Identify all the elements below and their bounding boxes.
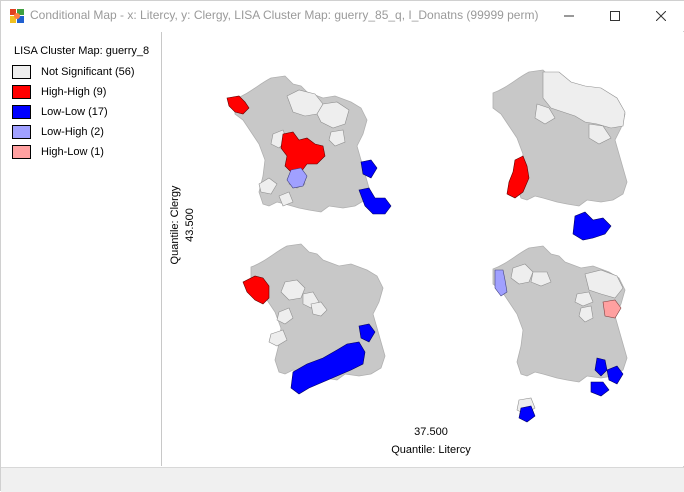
map-panel-top-left[interactable] <box>226 75 392 215</box>
map-panel-bottom-right[interactable] <box>492 245 628 423</box>
geoda-app-icon <box>10 9 24 23</box>
map-panel-top-right[interactable] <box>492 69 628 241</box>
region-low-low[interactable] <box>590 381 610 397</box>
legend-item-high-low[interactable]: High-Low (1) <box>12 144 104 160</box>
y-cut-value: 43.500 <box>183 176 197 276</box>
y-axis-label-text: Quantile: Clergy <box>169 185 181 265</box>
legend-swatch[interactable] <box>12 85 31 99</box>
legend-label: High-High (9) <box>41 86 107 98</box>
status-bar <box>1 467 684 492</box>
close-button[interactable] <box>638 1 684 31</box>
y-cut-value-text: 43.500 <box>184 208 196 242</box>
legend-panel[interactable]: LISA Cluster Map: guerry_8 Not Significa… <box>2 32 162 466</box>
title-bar[interactable]: Conditional Map - x: Litercy, y: Clergy,… <box>1 1 684 31</box>
minimize-button[interactable] <box>546 1 592 31</box>
map-canvas[interactable] <box>163 32 684 466</box>
conditional-map-window: Conditional Map - x: Litercy, y: Clergy,… <box>0 0 684 492</box>
y-axis-label: Quantile: Clergy <box>168 176 182 276</box>
x-axis-label: Quantile: Litercy <box>391 444 471 456</box>
legend-item-high-high[interactable]: High-High (9) <box>12 84 106 100</box>
x-cut-value: 37.500 <box>414 426 448 438</box>
legend-label: Low-High (2) <box>41 126 104 138</box>
maximize-icon <box>610 11 620 21</box>
legend-swatch[interactable] <box>12 105 31 119</box>
legend-item-low-low[interactable]: Low-Low (17) <box>12 104 108 120</box>
close-icon <box>656 11 666 21</box>
legend-swatch[interactable] <box>12 65 31 79</box>
legend-label: High-Low (1) <box>41 146 104 158</box>
legend-item-not-significant[interactable]: Not Significant (56) <box>12 64 135 80</box>
legend-label: Not Significant (56) <box>41 66 135 78</box>
region-low-low[interactable] <box>572 211 612 241</box>
window-title: Conditional Map - x: Litercy, y: Clergy,… <box>30 8 539 22</box>
minimize-icon <box>564 15 574 17</box>
legend-swatch[interactable] <box>12 125 31 139</box>
legend-title: LISA Cluster Map: guerry_8 <box>14 45 150 57</box>
region-low-low[interactable] <box>358 187 392 215</box>
maximize-button[interactable] <box>592 1 638 31</box>
legend-item-low-high[interactable]: Low-High (2) <box>12 124 104 140</box>
map-panel-bottom-left[interactable] <box>242 243 386 395</box>
legend-swatch[interactable] <box>12 145 31 159</box>
conditional-map-grid[interactable] <box>163 32 684 466</box>
legend-label: Low-Low (17) <box>41 106 108 118</box>
